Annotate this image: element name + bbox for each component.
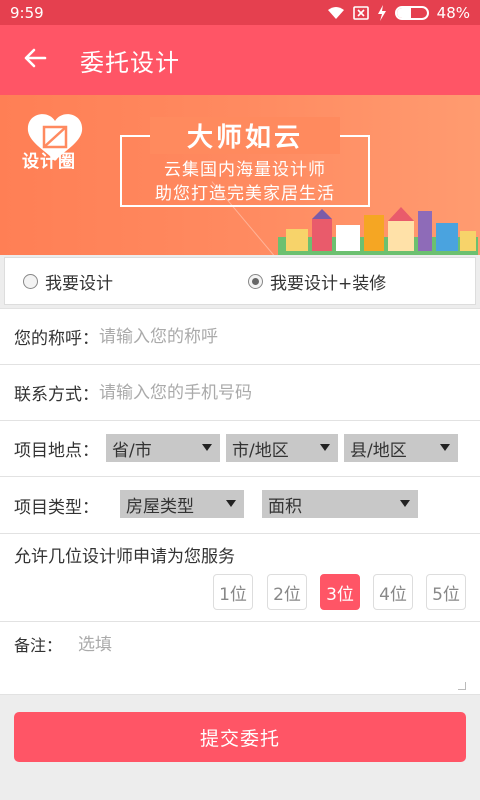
logo-text: 设计圈 [22, 152, 76, 172]
phone-label: 联系方式： [14, 385, 99, 405]
radio-design-and-renovation[interactable]: 我要设计+装修 [248, 269, 386, 294]
name-input[interactable] [99, 326, 399, 347]
promo-banner[interactable]: 设计圈 大师如云 云集国内海量设计师 助您打造完美家居生活 [0, 95, 480, 255]
radio-circle-checked [248, 273, 263, 289]
location-label: 项目地点： [14, 441, 99, 461]
city-select[interactable]: 市/地区 [226, 434, 338, 462]
designer-count-row: 允许几位设计师申请为您服务 1位 2位 3位 4位 5位 [0, 533, 480, 621]
province-value: 省/市 [112, 440, 152, 461]
area-value: 面积 [268, 496, 302, 517]
charging-icon [377, 4, 387, 21]
radio-circle [23, 273, 38, 289]
designer-count-2[interactable]: 2位 [267, 574, 307, 610]
designer-count-3[interactable]: 3位 [320, 574, 360, 610]
submit-button[interactable]: 提交委托 [14, 712, 466, 762]
project-type-row: 项目类型： 房屋类型 面积 [0, 476, 480, 533]
status-icons: 48% [327, 4, 470, 22]
arrow-left-icon [23, 48, 47, 72]
slogan-line-1: 云集国内海量设计师 [164, 160, 326, 180]
designer-count-5[interactable]: 5位 [426, 574, 466, 610]
status-bar: 9:59 48% [0, 0, 480, 25]
city-value: 市/地区 [232, 440, 289, 461]
sim-off-icon [352, 5, 369, 21]
name-label: 您的称呼： [14, 329, 99, 349]
dropdown-arrow-icon [202, 444, 212, 451]
page-title: 委托设计 [80, 48, 180, 77]
designer-count-4[interactable]: 4位 [373, 574, 413, 610]
designer-count-label: 允许几位设计师申请为您服务 [14, 547, 235, 567]
back-button[interactable] [0, 25, 70, 95]
remark-textarea[interactable] [78, 630, 468, 690]
radio-design-only[interactable]: 我要设计 [23, 269, 113, 294]
dropdown-arrow-icon [320, 444, 330, 451]
name-row: 您的称呼： [0, 308, 480, 364]
remark-label: 备注： [14, 636, 63, 655]
dropdown-arrow-icon [400, 500, 410, 507]
phone-input[interactable] [99, 382, 399, 403]
area-select[interactable]: 面积 [262, 490, 418, 518]
dropdown-arrow-icon [226, 500, 236, 507]
county-value: 县/地区 [350, 440, 407, 461]
battery-icon [394, 5, 429, 20]
phone-row: 联系方式： [0, 364, 480, 420]
province-select[interactable]: 省/市 [106, 434, 220, 462]
project-type-label: 项目类型： [14, 497, 99, 518]
radio-label-design-only: 我要设计 [45, 273, 113, 294]
status-time: 9:59 [10, 3, 44, 22]
county-select[interactable]: 县/地区 [344, 434, 458, 462]
house-type-value: 房屋类型 [126, 496, 194, 517]
location-row: 项目地点： 省/市 市/地区 县/地区 [0, 420, 480, 476]
app-header: 委托设计 [0, 25, 480, 95]
slogan-line-2: 助您打造完美家居生活 [155, 184, 335, 204]
slogan-title: 大师如云 [150, 117, 340, 154]
design-type-selector: 我要设计 我要设计+装修 [4, 257, 476, 305]
dropdown-arrow-icon [440, 444, 450, 451]
radio-label-design-and-renovation: 我要设计+装修 [270, 273, 387, 294]
wifi-icon [327, 6, 345, 20]
remark-row: 备注： [0, 621, 480, 695]
house-type-select[interactable]: 房屋类型 [120, 490, 244, 518]
designer-count-1[interactable]: 1位 [213, 574, 253, 610]
resize-grip-icon[interactable] [458, 682, 466, 690]
battery-level [396, 7, 412, 18]
town-illustration [278, 207, 478, 255]
battery-percent: 48% [436, 3, 470, 22]
